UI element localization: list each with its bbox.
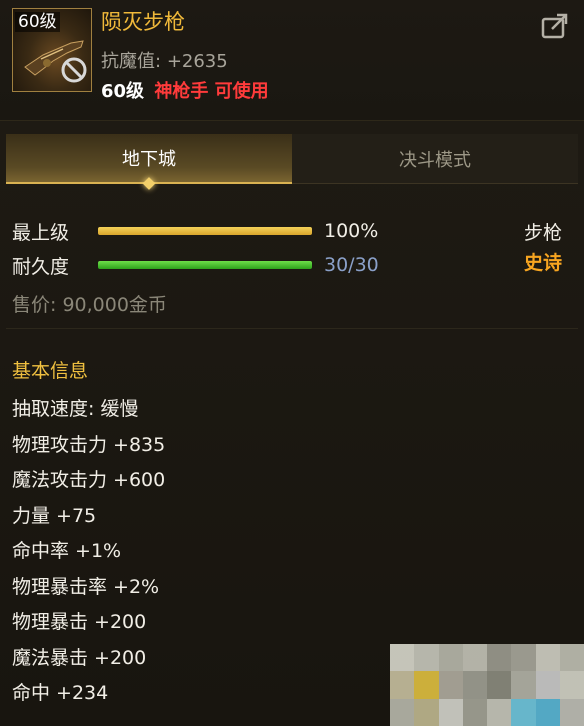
durability-label: 耐久度 [12,255,70,278]
info-line-magic-attack: 魔法攻击力 +600 [12,469,166,491]
tab-pvp-label: 决斗模式 [399,149,471,171]
item-name: 陨灭步枪 [101,10,185,34]
required-level: 60级 [101,81,145,102]
basic-info-list: 抽取速度: 缓慢 物理攻击力 +835 魔法攻击力 +600 力量 +75 命中… [12,392,165,712]
durability-bar-fill [98,261,312,269]
item-level-badge: 60级 [15,12,60,32]
sell-price: 售价: 90,000金币 [12,294,167,316]
item-header: 60级 陨灭步枪 抗魔值: +2635 60级 神枪手 可使用 [0,0,584,121]
upgrade-value: 100% [324,220,379,242]
basic-info-title: 基本信息 [12,360,89,382]
info-line-physical-crit: 物理暴击 +200 [12,611,147,633]
share-icon[interactable] [540,12,570,40]
magic-resist-line: 抗魔值: +2635 [101,50,228,74]
info-line-physical-crit-rate: 物理暴击率 +2% [12,575,160,598]
tab-pvp[interactable]: 决斗模式 [292,134,578,184]
pixelated-watermark [390,644,584,726]
item-tooltip-panel: 60级 陨灭步枪 抗魔值: +2635 60级 神枪手 可使用 地下城 决斗模式… [0,0,584,726]
mode-tabs: 地下城 决斗模式 [6,134,578,190]
info-line-strength: 力量 +75 [12,504,97,527]
durability-bar [98,261,312,269]
magic-resist-label: 抗魔值: [101,51,162,72]
rarity-label: 史诗 [524,252,563,274]
requirement-line: 60级 神枪手 可使用 [101,80,269,104]
info-line-draw-speed: 抽取速度: 缓慢 [12,398,139,420]
durability-value: 30/30 [324,254,379,276]
magic-resist-value: +2635 [166,51,228,72]
durability-row: 耐久度 30/30 [12,252,379,278]
upgrade-row: 最上级 100% [12,218,378,244]
upgrade-label: 最上级 [12,221,70,244]
forbidden-icon [61,57,87,83]
weapon-type: 步枪 [524,222,563,244]
info-line-physical-attack: 物理攻击力 +835 [12,433,166,456]
upgrade-bar [98,227,312,235]
section-divider [6,328,578,329]
tab-dungeon[interactable]: 地下城 [6,134,292,190]
tab-dungeon-label: 地下城 [122,149,176,170]
info-line-magic-crit: 魔法暴击 +200 [12,646,147,669]
rifle-icon: 60级 [12,8,92,92]
info-line-hit-rate: 命中率 +1% [12,540,122,562]
upgrade-bar-fill [98,227,312,235]
info-line-hit: 命中 +234 [12,682,109,704]
required-class: 神枪手 可使用 [154,81,269,102]
active-tab-indicator-icon [142,177,156,190]
